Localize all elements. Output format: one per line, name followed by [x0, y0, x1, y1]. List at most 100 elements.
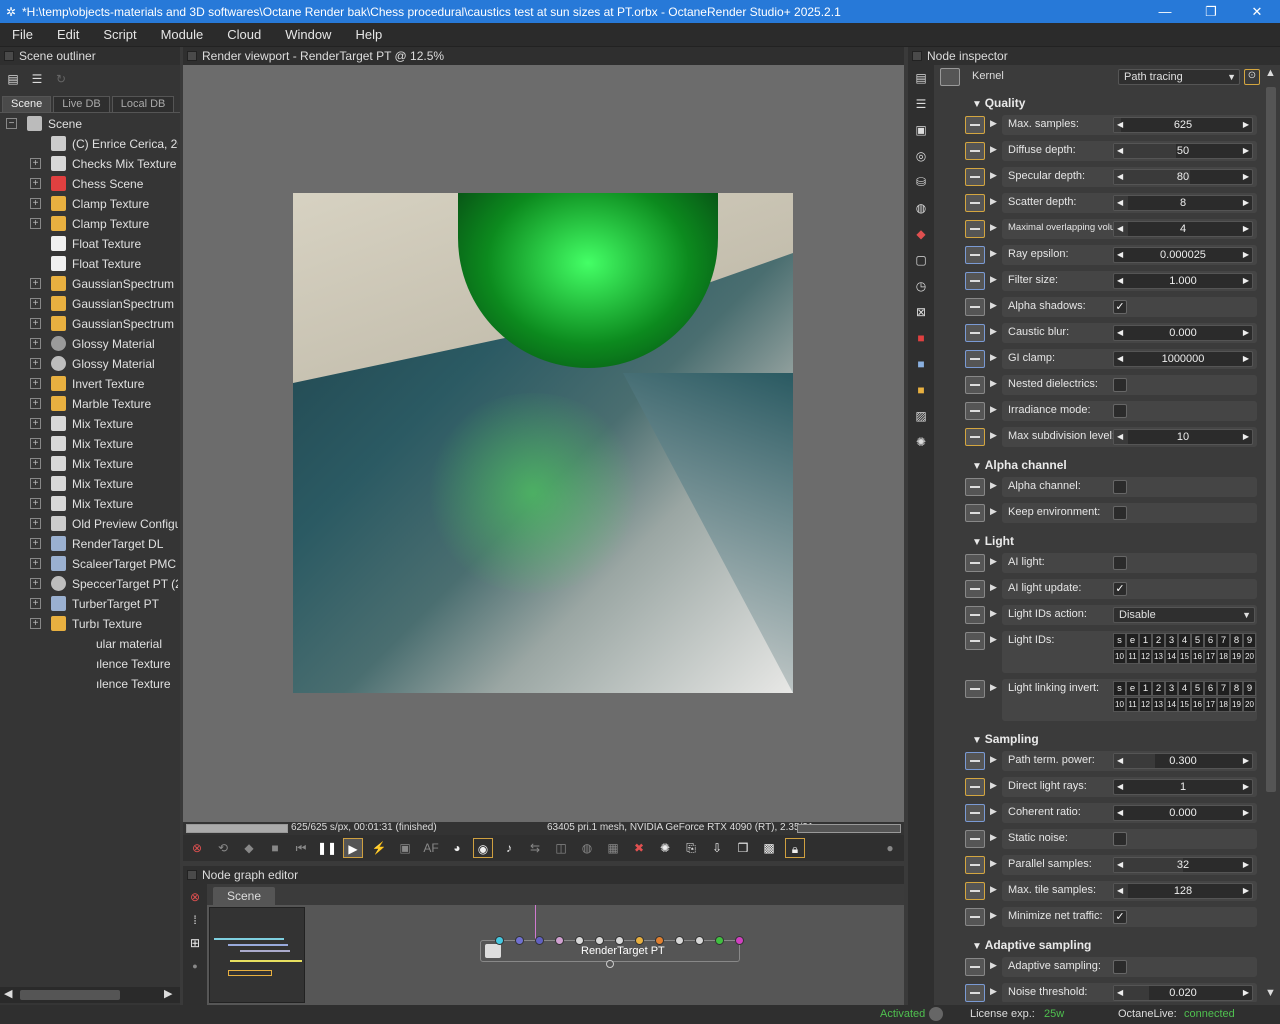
- tree-root[interactable]: − Scene: [0, 114, 180, 134]
- node-graph-canvas[interactable]: RenderTarget PT: [207, 905, 904, 1005]
- menu-module[interactable]: Module: [149, 27, 216, 42]
- light-id-toggle[interactable]: 10: [1113, 649, 1126, 664]
- expand-toggle-icon[interactable]: +: [30, 158, 41, 169]
- expand-toggle-icon[interactable]: +: [30, 178, 41, 189]
- menu-cloud[interactable]: Cloud: [215, 27, 273, 42]
- node-input-pin[interactable]: [635, 936, 644, 945]
- expand-toggle-icon[interactable]: +: [30, 198, 41, 209]
- decrement-arrow-icon[interactable]: ◀: [1117, 430, 1123, 444]
- decrement-arrow-icon[interactable]: ◀: [1117, 326, 1123, 340]
- numeric-spinner[interactable]: ◀ 0.020 ▶: [1113, 985, 1253, 1001]
- numeric-spinner[interactable]: ◀ 1 ▶: [1113, 779, 1253, 795]
- tree-item[interactable]: + RenderTarget DL: [0, 534, 180, 554]
- expand-triangle-icon[interactable]: ▶: [990, 480, 997, 491]
- add-node-icon[interactable]: ▤: [5, 72, 21, 86]
- graph-layout-icon[interactable]: ⁞: [185, 910, 205, 930]
- lock-resolution-icon[interactable]: 🔒︎: [785, 838, 805, 858]
- node-input-pin[interactable]: [595, 936, 604, 945]
- tab-live-db[interactable]: Live DB: [53, 96, 110, 112]
- expand-toggle-icon[interactable]: +: [30, 478, 41, 489]
- increment-arrow-icon[interactable]: ▶: [1243, 352, 1249, 366]
- light-id-toggle[interactable]: 11: [1126, 649, 1139, 664]
- pin-toggle-icon[interactable]: [965, 402, 985, 420]
- tree-item[interactable]: + TurberTarget PT: [0, 594, 180, 614]
- tree-item[interactable]: + Invert Texture: [0, 374, 180, 394]
- expand-triangle-icon[interactable]: ▶: [990, 754, 997, 765]
- light-id-toggle[interactable]: 19: [1230, 649, 1243, 664]
- expand-triangle-icon[interactable]: ▶: [990, 884, 997, 895]
- pin-toggle-icon[interactable]: [965, 882, 985, 900]
- increment-arrow-icon[interactable]: ▶: [1243, 754, 1249, 768]
- graph-tool-icon[interactable]: ⊗: [185, 887, 205, 907]
- pause-icon[interactable]: ❚❚: [317, 838, 337, 858]
- pin-toggle-icon[interactable]: [965, 632, 985, 650]
- node-graph-tab-scene[interactable]: Scene: [213, 887, 276, 905]
- imager-icon[interactable]: ✺: [913, 435, 929, 451]
- expand-toggle-icon[interactable]: +: [30, 578, 41, 589]
- expand-toggle-icon[interactable]: +: [30, 378, 41, 389]
- clear-region-icon[interactable]: ✖: [629, 838, 649, 858]
- node-graph-minimap[interactable]: [209, 907, 305, 1003]
- tree-item[interactable]: + SpeccerTarget PT (2): [0, 574, 180, 594]
- tree-item[interactable]: ılence Texture: [0, 654, 180, 674]
- light-id-toggle[interactable]: 13: [1152, 697, 1165, 712]
- node-input-pin[interactable]: [615, 936, 624, 945]
- pin-toggle-icon[interactable]: [965, 778, 985, 796]
- numeric-spinner[interactable]: ◀ 0.000 ▶: [1113, 325, 1253, 341]
- light-id-toggle[interactable]: s: [1113, 633, 1126, 648]
- light-id-toggle[interactable]: 17: [1204, 649, 1217, 664]
- light-id-toggle[interactable]: 12: [1139, 697, 1152, 712]
- kernel-info-icon[interactable]: ⊙: [1244, 69, 1260, 85]
- pin-toggle-icon[interactable]: [965, 958, 985, 976]
- expand-triangle-icon[interactable]: ▶: [990, 118, 997, 129]
- tab-scene[interactable]: Scene: [2, 96, 52, 112]
- light-id-toggle[interactable]: 4: [1178, 681, 1191, 696]
- numeric-spinner[interactable]: ◀ 128 ▶: [1113, 883, 1253, 899]
- yellow-box-icon[interactable]: ■: [913, 383, 929, 399]
- activation-icon[interactable]: [929, 1007, 943, 1021]
- increment-arrow-icon[interactable]: ▶: [1243, 118, 1249, 132]
- section-header[interactable]: ▼ Light: [972, 534, 1014, 550]
- pin-toggle-icon[interactable]: [965, 504, 985, 522]
- expand-triangle-icon[interactable]: ▶: [990, 634, 997, 645]
- node-input-pin[interactable]: [715, 936, 724, 945]
- light-id-toggle[interactable]: 5: [1191, 633, 1204, 648]
- material-node-icon[interactable]: ◆: [913, 227, 929, 243]
- increment-arrow-icon[interactable]: ▶: [1243, 806, 1249, 820]
- pin-toggle-icon[interactable]: [965, 984, 985, 1002]
- camera-mode-icon[interactable]: ◉: [473, 838, 493, 858]
- section-header[interactable]: ▼ Adaptive sampling: [972, 938, 1091, 954]
- pin-toggle-icon[interactable]: [965, 856, 985, 874]
- panel-pin-icon[interactable]: [187, 51, 197, 61]
- light-id-toggle[interactable]: 12: [1139, 649, 1152, 664]
- menu-script[interactable]: Script: [91, 27, 148, 42]
- pin-toggle-icon[interactable]: [965, 428, 985, 446]
- light-id-toggle[interactable]: 20: [1243, 697, 1256, 712]
- collapse-triangle-icon[interactable]: ▼: [972, 99, 985, 110]
- increment-arrow-icon[interactable]: ▶: [1243, 196, 1249, 210]
- panel-pin-icon[interactable]: [912, 51, 922, 61]
- node-input-pin[interactable]: [675, 936, 684, 945]
- expand-toggle-icon[interactable]: +: [30, 598, 41, 609]
- light-id-toggle[interactable]: 10: [1113, 697, 1126, 712]
- kernel-node-icon[interactable]: [940, 68, 960, 86]
- checkbox[interactable]: [1113, 960, 1127, 974]
- tree-item[interactable]: + GaussianSpectrum: [0, 294, 180, 314]
- flash-icon[interactable]: ⚡: [369, 838, 389, 858]
- expand-triangle-icon[interactable]: ▶: [990, 144, 997, 155]
- light-id-toggle[interactable]: 2: [1152, 681, 1165, 696]
- pin-toggle-icon[interactable]: [965, 298, 985, 316]
- tree-item[interactable]: + Mix Texture: [0, 494, 180, 514]
- light-id-toggle[interactable]: s: [1113, 681, 1126, 696]
- pin-toggle-icon[interactable]: [965, 830, 985, 848]
- decrement-arrow-icon[interactable]: ◀: [1117, 196, 1123, 210]
- af-icon[interactable]: AF: [421, 838, 441, 858]
- light-id-toggle[interactable]: 4: [1178, 633, 1191, 648]
- tree-item[interactable]: + Mix Texture: [0, 414, 180, 434]
- node-input-pin[interactable]: [735, 936, 744, 945]
- pin-toggle-icon[interactable]: [965, 554, 985, 572]
- increment-arrow-icon[interactable]: ▶: [1243, 986, 1249, 1000]
- checkbox[interactable]: [1113, 556, 1127, 570]
- pin-toggle-icon[interactable]: [965, 580, 985, 598]
- expand-toggle-icon[interactable]: +: [30, 498, 41, 509]
